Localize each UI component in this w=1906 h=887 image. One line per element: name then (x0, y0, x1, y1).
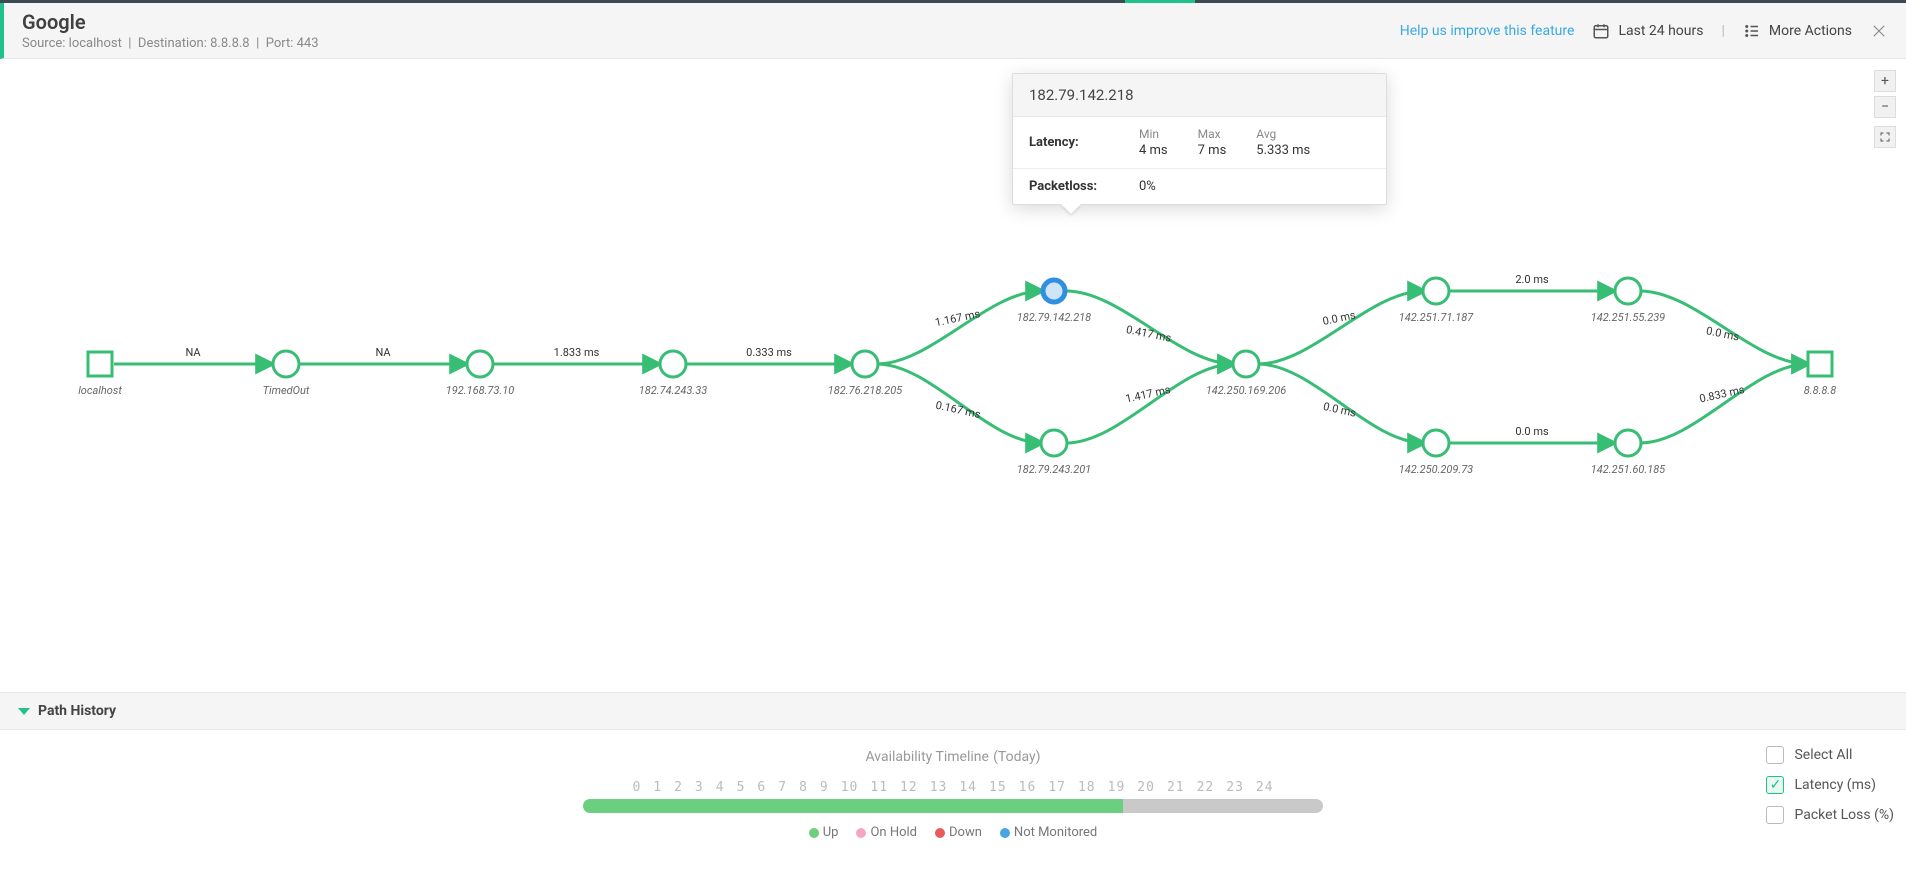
node-label: 182.79.142.218 (1017, 311, 1091, 324)
hop-node[interactable] (852, 351, 878, 377)
edge-label: 0.333 ms (746, 346, 792, 359)
hop-node[interactable] (1615, 278, 1641, 304)
edge-label: 0.0 ms (1322, 400, 1358, 420)
page-title: Google (22, 10, 319, 34)
hop-node[interactable] (1615, 430, 1641, 456)
zoom-in-button[interactable]: + (1874, 70, 1896, 92)
status-legend: Up On Hold Down Not Monitored (28, 825, 1878, 840)
node-label: 8.8.8.8 (1804, 384, 1836, 397)
checkbox-icon: ✓ (1766, 776, 1784, 794)
traceroute-graph: NANA1.833 ms0.333 ms1.167 ms0.167 ms0.41… (0, 60, 1906, 620)
metric-checkbox[interactable]: Packet Loss (%) (1766, 806, 1894, 824)
timeline-hours: 0123456789101112131415161718192021222324 (28, 780, 1878, 795)
path-history-toggle[interactable]: Path History (0, 692, 1906, 730)
availability-bar-up (583, 799, 1123, 813)
availability-bar-empty (1123, 799, 1323, 813)
edge[interactable] (1640, 364, 1808, 443)
hop-node[interactable] (1043, 280, 1065, 302)
hop-node[interactable] (660, 351, 686, 377)
endpoint-node[interactable] (88, 352, 112, 376)
legend-item: On Hold (856, 825, 917, 840)
node-label: 142.251.60.185 (1591, 463, 1666, 476)
menu-icon (1743, 22, 1761, 40)
hop-node[interactable] (1423, 278, 1449, 304)
node-label: 192.168.73.10 (446, 384, 514, 397)
timerange-picker[interactable]: Last 24 hours (1592, 22, 1703, 40)
calendar-icon (1592, 22, 1610, 40)
hop-node[interactable] (467, 351, 493, 377)
hop-node[interactable] (1041, 430, 1067, 456)
edge-label: 0.0 ms (1515, 425, 1549, 438)
edge[interactable] (1066, 364, 1234, 443)
edge[interactable] (877, 291, 1042, 364)
legend-item: Not Monitored (1000, 825, 1097, 840)
checkbox-icon (1766, 746, 1784, 764)
node-label: 182.76.218.205 (828, 384, 903, 397)
page-header: Google Source: localhost | Destination: … (0, 3, 1906, 59)
header-subtitle: Source: localhost | Destination: 8.8.8.8… (22, 36, 319, 51)
legend-item: Up (809, 825, 839, 840)
hop-node[interactable] (1233, 351, 1259, 377)
hop-node[interactable] (273, 351, 299, 377)
close-icon[interactable] (1870, 22, 1888, 40)
legend-item: Down (935, 825, 982, 840)
node-label: 182.74.243.33 (639, 384, 707, 397)
edge-label: 0.833 ms (1698, 383, 1746, 406)
node-label: 182.79.243.201 (1017, 463, 1091, 476)
node-label: 142.250.209.73 (1399, 463, 1473, 476)
metric-checkbox[interactable]: ✓Latency (ms) (1766, 776, 1894, 794)
edge-label: 0.0 ms (1705, 324, 1741, 343)
edge-label: 2.0 ms (1515, 273, 1549, 286)
endpoint-node[interactable] (1808, 352, 1832, 376)
edge[interactable] (1258, 291, 1424, 364)
node-tooltip: 182.79.142.218 Latency: Min4 ms Max7 ms … (1012, 73, 1387, 205)
metric-checkbox[interactable]: Select All (1766, 746, 1894, 764)
tooltip-ip: 182.79.142.218 (1013, 74, 1386, 117)
edge-label: NA (375, 346, 391, 359)
node-label: 142.251.55.239 (1591, 311, 1665, 324)
edge-label: 1.833 ms (554, 346, 600, 359)
edge-label: NA (185, 346, 201, 359)
fullscreen-button[interactable] (1874, 126, 1896, 148)
edge-label: 0.0 ms (1321, 308, 1357, 327)
edge-label: 1.417 ms (1124, 383, 1172, 406)
metric-legend: Select All ✓Latency (ms) Packet Loss (%) (1754, 738, 1906, 832)
node-label: localhost (78, 384, 122, 397)
path-graph-canvas[interactable]: NANA1.833 ms0.333 ms1.167 ms0.167 ms0.41… (0, 60, 1906, 887)
checkbox-icon (1766, 806, 1784, 824)
edge-label: 1.167 ms (934, 307, 982, 329)
more-actions-menu[interactable]: More Actions (1743, 22, 1852, 40)
zoom-out-button[interactable]: − (1874, 96, 1896, 118)
node-label: TimedOut (263, 384, 310, 397)
hop-node[interactable] (1423, 430, 1449, 456)
collapse-icon (18, 708, 30, 715)
path-history-section: Path History Availability Timeline (Toda… (0, 692, 1906, 856)
availability-title: Availability Timeline (Today) (28, 746, 1878, 766)
node-label: 142.250.169.206 (1206, 384, 1286, 397)
help-improve-link[interactable]: Help us improve this feature (1400, 23, 1575, 39)
node-label: 142.251.71.187 (1399, 311, 1474, 324)
availability-bar[interactable] (583, 799, 1323, 813)
